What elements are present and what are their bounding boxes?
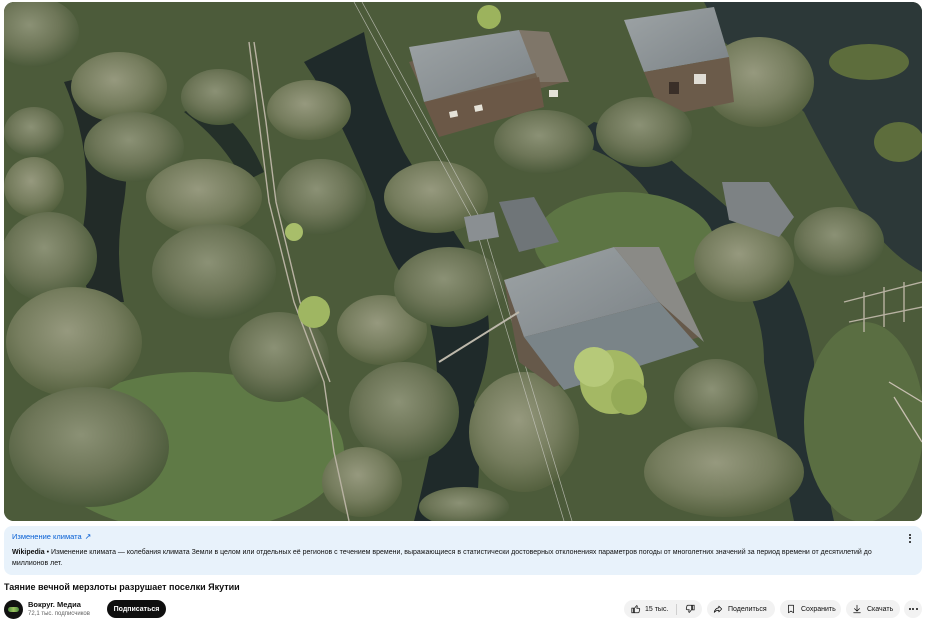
channel-avatar[interactable] [4, 600, 23, 619]
info-panel: Изменение климата ↗ Wikipedia • Изменени… [4, 526, 922, 575]
download-icon [853, 604, 861, 614]
more-dot [915, 608, 918, 610]
topic-link-label: Изменение климата [12, 532, 82, 541]
info-description-text: • Изменение климата — колебания климата … [12, 549, 872, 567]
channel-name[interactable]: Вокруг. Медиа [28, 600, 81, 609]
bookmark-icon [788, 604, 794, 614]
video-frame-image [4, 2, 922, 521]
topic-link[interactable]: Изменение климата ↗ [12, 532, 91, 541]
save-button[interactable]: Сохранить [780, 600, 841, 618]
more-actions-button[interactable] [904, 600, 922, 618]
share-label: Поделиться [728, 605, 767, 613]
more-dot [912, 608, 914, 610]
dislike-button[interactable] [677, 600, 702, 618]
share-arrow-icon [713, 605, 723, 613]
thumbs-up-icon [631, 605, 641, 614]
download-button[interactable]: Скачать [846, 600, 900, 618]
share-button[interactable]: Поделиться [707, 600, 775, 618]
info-more-dots-icon[interactable] [904, 531, 916, 545]
channel-subscribers: 72,1 тыс. подписчиков [28, 611, 90, 617]
thumbs-down-icon [685, 604, 695, 613]
like-count: 15 тыс. [645, 605, 669, 613]
more-dot [908, 608, 911, 610]
external-link-icon: ↗ [84, 532, 92, 541]
info-description: Wikipedia • Изменение климата — колебани… [12, 547, 892, 569]
video-title: Таяние вечной мерзлоты разрушает поселки… [4, 582, 240, 592]
video-player[interactable] [4, 2, 922, 521]
like-dislike-group: 15 тыс. [624, 600, 702, 618]
info-source: Wikipedia [12, 549, 45, 556]
save-label: Сохранить [801, 605, 836, 613]
subscribe-button[interactable]: Подписаться [107, 600, 166, 618]
download-label: Скачать [867, 605, 894, 613]
like-button[interactable]: 15 тыс. [624, 600, 676, 618]
